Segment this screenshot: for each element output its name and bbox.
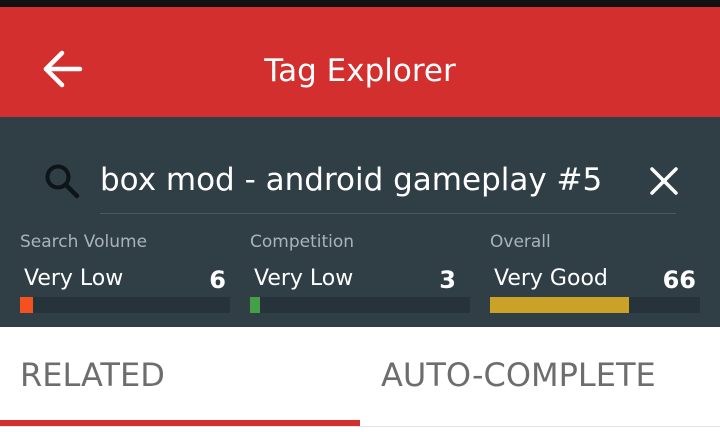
tab-auto-complete[interactable]: AUTO-COMPLETE [360,327,720,427]
search-panel: Search Volume Very Low 6 Competition Ver… [0,117,720,327]
clear-search-button[interactable] [636,155,692,207]
metric-label: Competition [250,232,355,252]
tab-label: RELATED [20,356,165,394]
metric-value: 66 [662,266,696,294]
search-volume-progress-bar [20,297,230,313]
metric-rating: Very Low [254,266,354,291]
overall-progress-fill [490,297,629,313]
tab-related[interactable]: RELATED [0,327,360,427]
metric-value: 3 [439,266,456,294]
search-underline [100,213,676,214]
tab-bar: RELATED AUTO-COMPLETE [0,327,720,432]
metric-value: 6 [209,266,226,294]
metric-label: Overall [490,232,551,252]
search-volume-progress-fill [20,297,33,313]
app-bar: Tag Explorer [0,7,720,117]
metric-rating: Very Good [494,266,608,291]
competition-progress-fill [250,297,260,313]
overall-progress-bar [490,297,700,313]
metric-label: Search Volume [20,232,148,252]
competition-progress-bar [250,297,470,313]
page-title: Tag Explorer [264,53,456,89]
search-icon [38,157,86,205]
metric-rating: Very Low [24,266,124,291]
status-bar [0,0,720,7]
tab-label: AUTO-COMPLETE [381,356,656,394]
search-input[interactable] [100,153,612,207]
tabs-divider [0,426,720,427]
close-icon [650,167,678,195]
